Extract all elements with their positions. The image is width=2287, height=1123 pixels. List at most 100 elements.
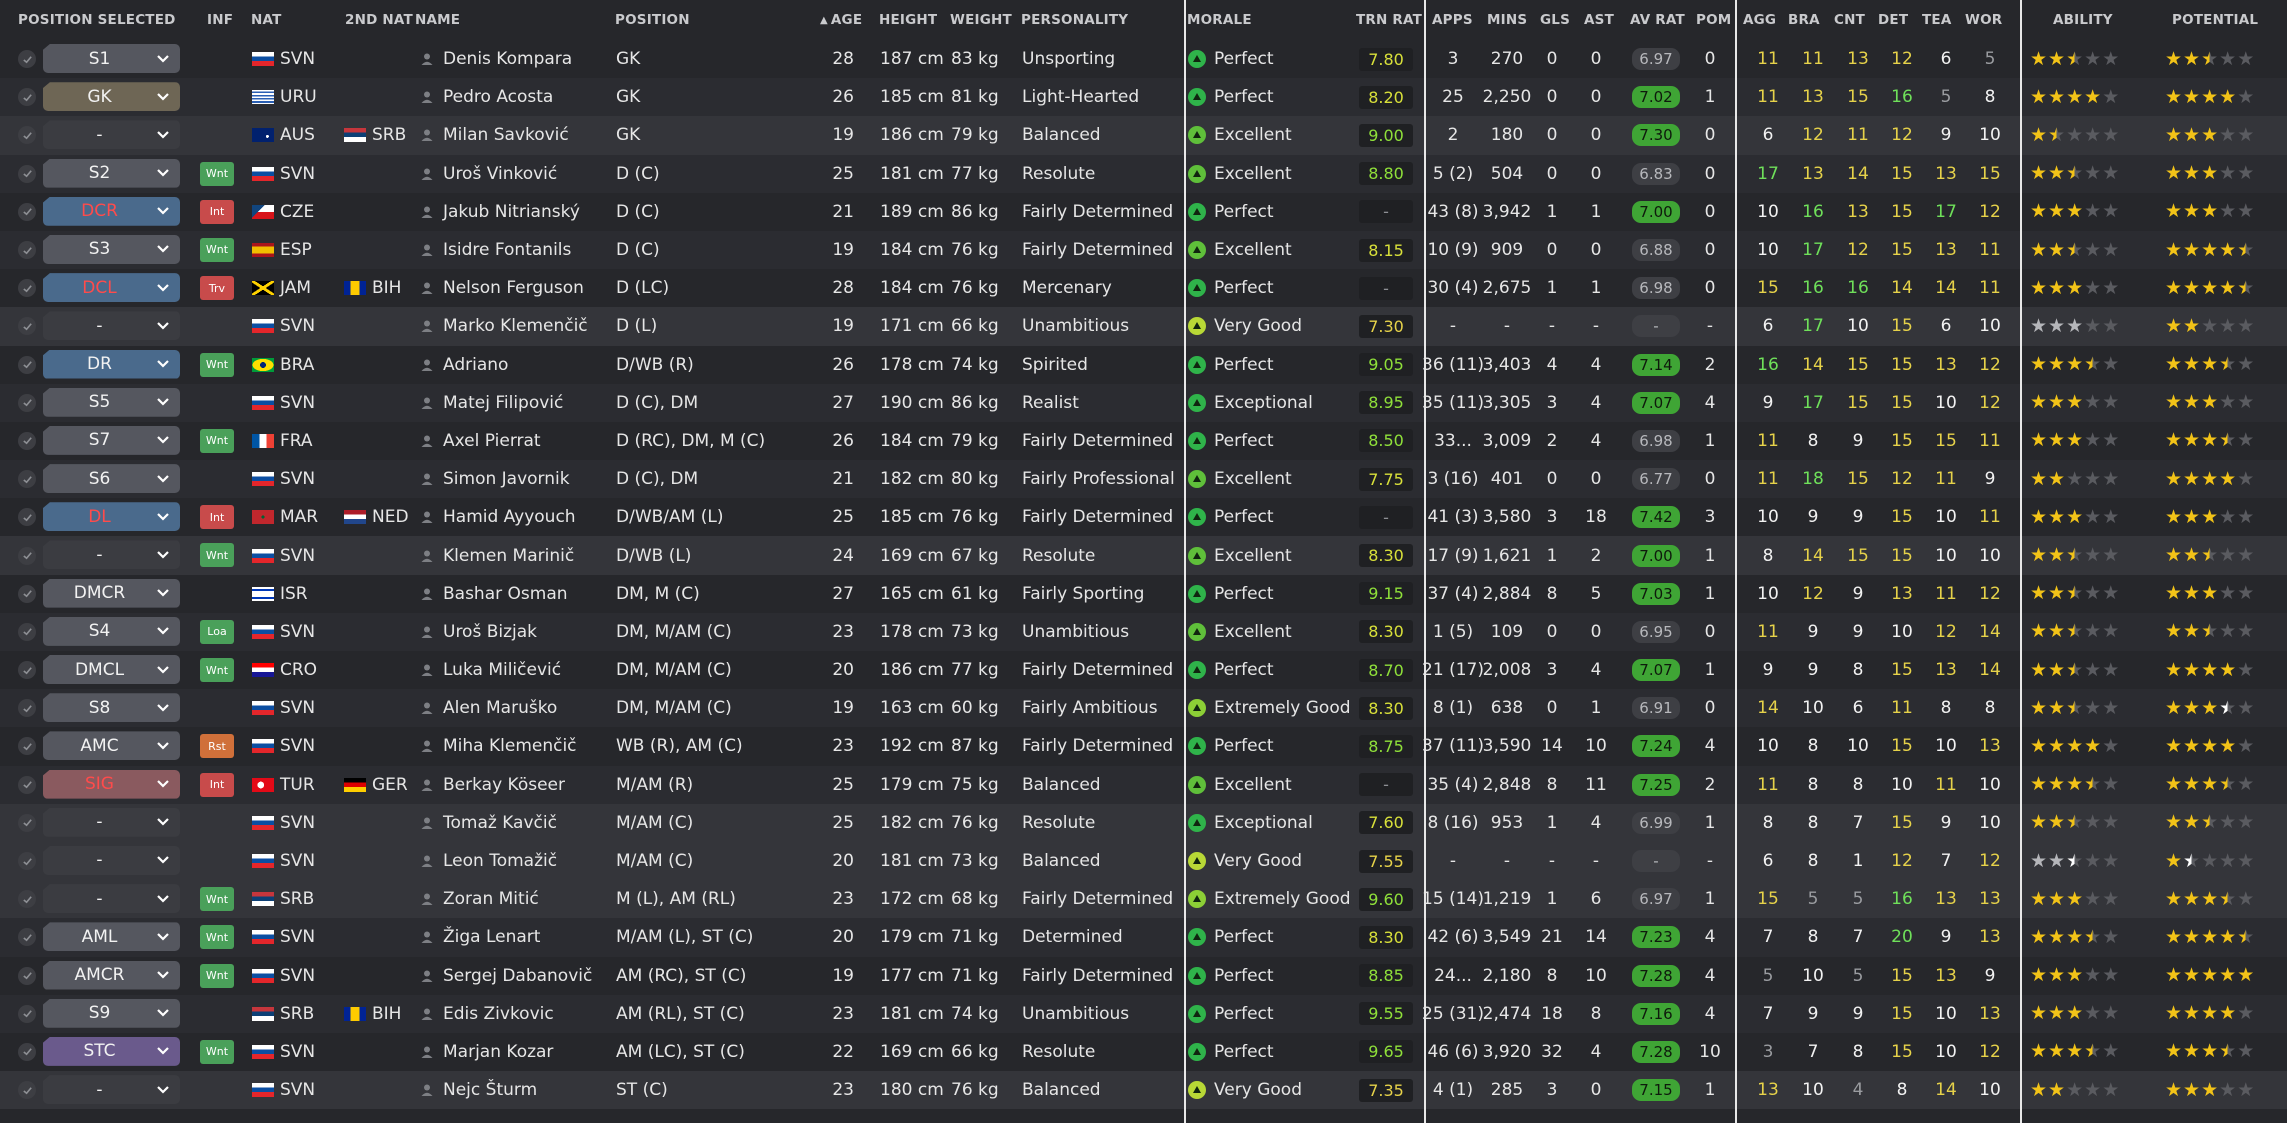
- row-select[interactable]: [18, 957, 36, 995]
- select-check-icon[interactable]: [18, 126, 36, 145]
- player-name-link[interactable]: Pedro Acosta: [420, 78, 553, 116]
- position-select-dropdown[interactable]: S4: [43, 616, 180, 646]
- table-row[interactable]: SIG Int TUR GER Berkay Köseer M/AM (R) 2…: [0, 765, 2287, 804]
- position-select-dropdown[interactable]: -: [43, 540, 180, 570]
- table-row[interactable]: - SVN Leon Tomažič M/AM (C) 20 181 cm 73…: [0, 841, 2287, 881]
- position-select-dropdown[interactable]: DL: [43, 502, 180, 532]
- header-ability[interactable]: ABILITY: [2053, 0, 2113, 40]
- select-check-icon[interactable]: [18, 470, 36, 489]
- table-row[interactable]: S6 SVN Simon Javornik D (C), DM 21 182 c…: [0, 460, 2287, 499]
- select-check-icon[interactable]: [18, 164, 36, 183]
- player-name-link[interactable]: Adriano: [420, 346, 508, 384]
- row-select[interactable]: [18, 995, 36, 1033]
- select-check-icon[interactable]: [18, 966, 36, 985]
- table-row[interactable]: DMCR ISR Bashar Osman DM, M (C) 27 165 c…: [0, 574, 2287, 613]
- table-row[interactable]: - SVN Marko Klemenčič D (L) 19 171 cm 66…: [0, 307, 2287, 346]
- select-check-icon[interactable]: [18, 737, 36, 756]
- table-row[interactable]: S2 Wnt SVN Uroš Vinković D (C) 25 181 cm…: [0, 154, 2287, 193]
- header-morale[interactable]: MORALE: [1187, 0, 1252, 40]
- header-inf[interactable]: INF: [207, 0, 233, 40]
- table-row[interactable]: AMC Rst SVN Miha Klemenčič WB (R), AM (C…: [0, 727, 2287, 766]
- player-name-link[interactable]: Edis Zivkovic: [420, 995, 554, 1033]
- row-select[interactable]: [18, 651, 36, 689]
- select-check-icon[interactable]: [18, 88, 36, 107]
- header-cnt[interactable]: CNT: [1834, 0, 1865, 40]
- table-row[interactable]: - SVN Tomaž Kavčič M/AM (C) 25 182 cm 76…: [0, 803, 2287, 842]
- header-av-rat[interactable]: AV RAT: [1630, 0, 1685, 40]
- header-wor[interactable]: WOR: [1965, 0, 2002, 40]
- table-row[interactable]: AMCR Wnt SVN Sergej Dabanovič AM (RC), S…: [0, 956, 2287, 995]
- header-bra[interactable]: BRA: [1788, 0, 1820, 40]
- header-det[interactable]: DET: [1878, 0, 1908, 40]
- header-ast[interactable]: AST: [1584, 0, 1614, 40]
- player-name-link[interactable]: Marjan Kozar: [420, 1033, 553, 1071]
- select-check-icon[interactable]: [18, 431, 36, 450]
- row-select[interactable]: [18, 498, 36, 536]
- table-row[interactable]: - Wnt SVN Klemen Marinič D/WB (L) 24 169…: [0, 536, 2287, 575]
- table-row[interactable]: S9 SRB BIH Edis Zivkovic AM (RL), ST (C)…: [0, 994, 2287, 1033]
- table-row[interactable]: S7 Wnt FRA Axel Pierrat D (RC), DM, M (C…: [0, 421, 2287, 461]
- header-age[interactable]: ▲ AGE: [820, 0, 862, 40]
- row-select[interactable]: [18, 346, 36, 384]
- select-check-icon[interactable]: [18, 355, 36, 374]
- position-select-dropdown[interactable]: S5: [43, 387, 180, 417]
- table-row[interactable]: - SVN Nejc Šturm ST (C) 23 180 cm 76 kg …: [0, 1071, 2287, 1110]
- table-row[interactable]: S8 SVN Alen Maruško DM, M/AM (C) 19 163 …: [0, 689, 2287, 728]
- table-row[interactable]: S5 SVN Matej Filipović D (C), DM 27 190 …: [0, 383, 2287, 422]
- player-name-link[interactable]: Hamid Ayyouch: [420, 498, 576, 536]
- player-name-link[interactable]: Leon Tomažič: [420, 842, 557, 880]
- table-row[interactable]: DR Wnt BRA Adriano D/WB (R) 26 178 cm 74…: [0, 345, 2287, 384]
- row-select[interactable]: [18, 880, 36, 918]
- select-check-icon[interactable]: [18, 50, 36, 69]
- player-name-link[interactable]: Alen Maruško: [420, 689, 557, 727]
- row-select[interactable]: [18, 193, 36, 231]
- table-row[interactable]: S4 Loa SVN Uroš Bizjak DM, M/AM (C) 23 1…: [0, 612, 2287, 651]
- player-name-link[interactable]: Tomaž Kavčič: [420, 804, 557, 842]
- header-pom[interactable]: POM: [1696, 0, 1731, 40]
- table-row[interactable]: DL Int MAR NED Hamid Ayyouch D/WB/AM (L)…: [0, 498, 2287, 537]
- player-name-link[interactable]: Miha Klemenčič: [420, 727, 577, 765]
- player-name-link[interactable]: Sergej Dabanovič: [420, 957, 592, 995]
- row-select[interactable]: [18, 422, 36, 460]
- table-row[interactable]: DCL Trv JAM BIH Nelson Ferguson D (LC) 2…: [0, 269, 2287, 308]
- player-name-link[interactable]: Klemen Marinič: [420, 536, 574, 574]
- player-name-link[interactable]: Zoran Mitić: [420, 880, 539, 918]
- player-name-link[interactable]: Uroš Vinković: [420, 155, 557, 193]
- position-select-dropdown[interactable]: S3: [43, 234, 180, 264]
- player-name-link[interactable]: Bashar Osman: [420, 575, 568, 613]
- position-select-dropdown[interactable]: -: [43, 884, 180, 914]
- position-select-dropdown[interactable]: -: [43, 845, 180, 875]
- player-name-link[interactable]: Denis Kompara: [420, 40, 572, 78]
- row-select[interactable]: [18, 575, 36, 613]
- header-nat[interactable]: NAT: [251, 0, 282, 40]
- header-gls[interactable]: GLS: [1540, 0, 1570, 40]
- player-name-link[interactable]: Nejc Šturm: [420, 1071, 537, 1109]
- header-name[interactable]: NAME: [415, 0, 460, 40]
- player-name-link[interactable]: Simon Javornik: [420, 460, 570, 498]
- select-check-icon[interactable]: [18, 622, 36, 641]
- player-name-link[interactable]: Berkay Köseer: [420, 766, 565, 804]
- position-select-dropdown[interactable]: -: [43, 311, 180, 341]
- player-name-link[interactable]: Marko Klemenčič: [420, 307, 588, 345]
- header-2nd-nat[interactable]: 2ND NAT: [345, 0, 413, 40]
- select-check-icon[interactable]: [18, 775, 36, 794]
- row-select[interactable]: [18, 1071, 36, 1109]
- table-row[interactable]: - Wnt SRB Zoran Mitić M (L), AM (RL) 23 …: [0, 880, 2287, 919]
- player-name-link[interactable]: Luka Miličević: [420, 651, 561, 689]
- row-select[interactable]: [18, 689, 36, 727]
- position-select-dropdown[interactable]: S8: [43, 693, 180, 723]
- row-select[interactable]: [18, 384, 36, 422]
- header-position[interactable]: POSITION: [615, 0, 690, 40]
- row-select[interactable]: [18, 307, 36, 345]
- table-row[interactable]: STC Wnt SVN Marjan Kozar AM (LC), ST (C)…: [0, 1032, 2287, 1072]
- header-potential[interactable]: POTENTIAL: [2172, 0, 2258, 40]
- position-select-dropdown[interactable]: S9: [43, 998, 180, 1028]
- player-name-link[interactable]: Žiga Lenart: [420, 918, 540, 956]
- select-check-icon[interactable]: [18, 202, 36, 221]
- row-select[interactable]: [18, 269, 36, 307]
- position-select-dropdown[interactable]: -: [43, 807, 180, 837]
- row-select[interactable]: [18, 727, 36, 765]
- position-select-dropdown[interactable]: S7: [43, 425, 180, 455]
- header-apps[interactable]: APPS: [1432, 0, 1473, 40]
- row-select[interactable]: [18, 613, 36, 651]
